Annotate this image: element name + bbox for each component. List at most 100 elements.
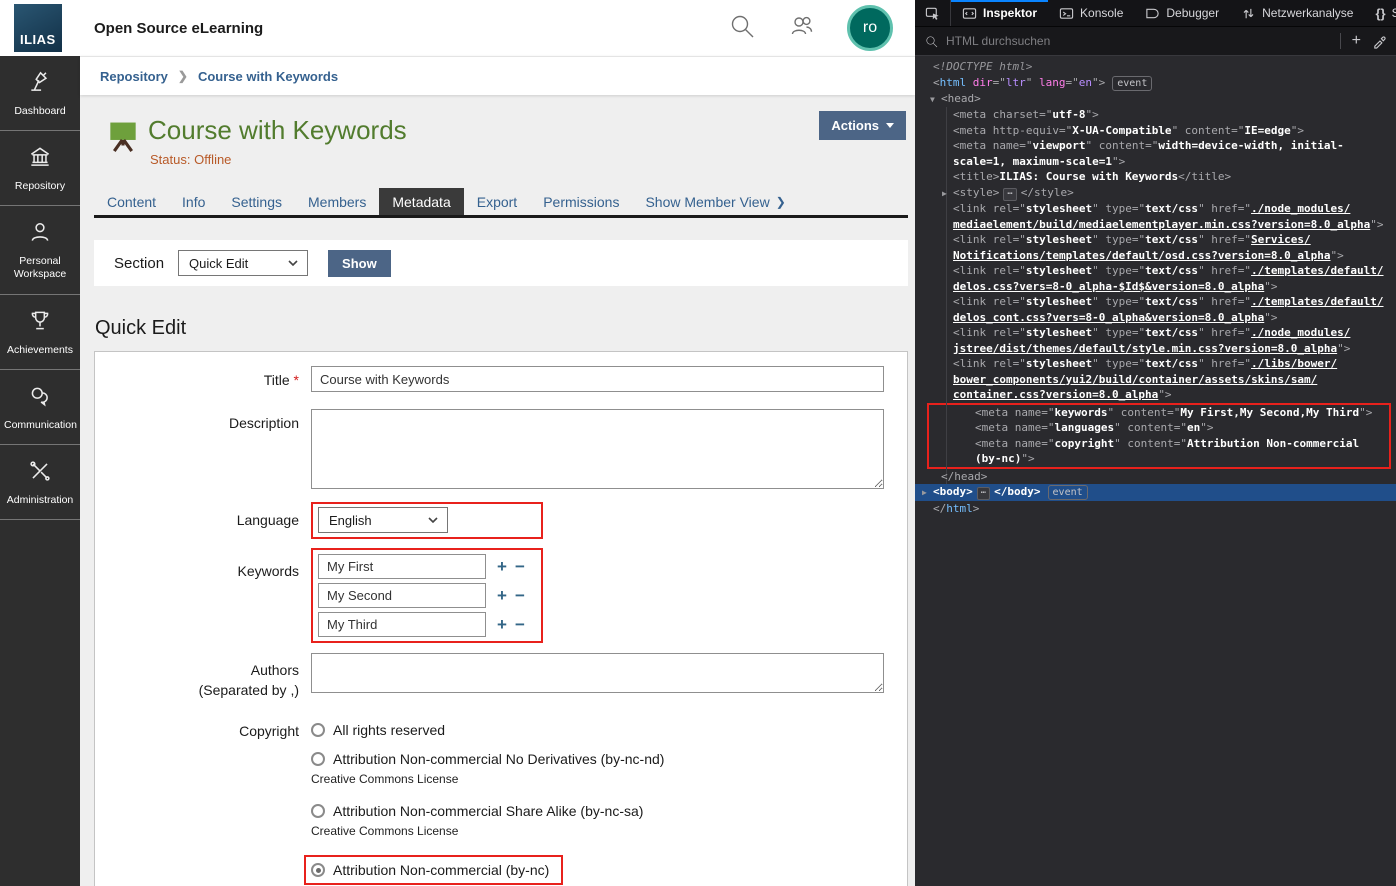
authors-textarea[interactable] [311,653,884,693]
code-segment: <style> [953,186,999,199]
whos-online-icon[interactable] [787,11,817,46]
title-input[interactable] [311,366,884,392]
breadcrumb-item[interactable]: Repository [100,69,168,84]
element-picker-button[interactable] [915,0,951,26]
keyword-input[interactable] [318,583,486,608]
radio-label: Attribution Non-commercial (by-nc) [333,862,549,878]
devtools-tab-debugger[interactable]: Debugger [1134,0,1230,26]
code-segment: " content=" [1172,124,1245,137]
code-segment: " type=" [1092,202,1145,215]
sidebar-item-achievements[interactable]: Achievements [0,295,80,370]
keyword-input[interactable] [318,612,486,637]
tab-content[interactable]: Content [94,188,169,215]
chevron-down-icon [288,260,298,266]
tab-members[interactable]: Members [295,188,379,215]
copyright-option: All rights reserved [311,722,907,738]
event-badge[interactable]: event [1048,485,1088,500]
markup-node[interactable]: <meta charset="utf-8"> [915,107,1396,123]
code-segment: viewport [1032,139,1085,152]
html-search-input[interactable] [946,34,1333,48]
radio-button[interactable] [311,804,325,818]
radio-button[interactable] [311,752,325,766]
markup-node[interactable]: <link rel="stylesheet" type="text/css" h… [915,356,1396,403]
tab-info[interactable]: Info [169,188,218,215]
tab-permissions[interactable]: Permissions [530,188,632,215]
code-segment: text/css [1145,264,1198,277]
sidebar-item-administration[interactable]: Administration [0,445,80,520]
language-dropdown[interactable]: English [318,507,448,533]
add-node-button[interactable]: + [1348,32,1365,50]
code-segment: dir [973,76,993,89]
event-badge[interactable]: event [1112,76,1152,91]
sidebar-item-repository[interactable]: Repository [0,131,80,206]
devtools-tab-netzwerkanalyse[interactable]: Netzwerkanalyse [1230,0,1364,26]
tab-settings[interactable]: Settings [218,188,295,215]
markup-node[interactable]: <meta name="copyright" content="Attribut… [929,436,1389,467]
copyright-annotation-box: Attribution Non-commercial (by-nc) [304,855,563,885]
expand-arrow-icon[interactable]: ▼ [930,92,941,108]
collapsed-content-icon[interactable]: ⋯ [1003,188,1016,201]
markup-node[interactable]: <link rel="stylesheet" type="text/css" h… [915,325,1396,356]
section-dropdown[interactable]: Quick Edit [178,250,308,276]
collapsed-content-icon[interactable]: ⋯ [977,487,990,500]
code-segment: html [946,502,973,515]
markup-node[interactable]: <meta name="languages" content="en"> [929,420,1389,436]
markup-node[interactable]: </html> [915,501,1396,517]
code-segment: " href=" [1198,264,1251,277]
radio-button[interactable] [311,723,325,737]
markup-node[interactable]: <html dir="ltr" lang="en">event [915,75,1396,91]
code-segment: <link rel=" [953,202,1026,215]
code-segment: =" [993,76,1006,89]
user-avatar[interactable]: ro [847,5,893,51]
markup-node[interactable]: ▼<head> [915,91,1396,108]
markup-node[interactable]: ▶<style>⋯</style> [915,185,1396,202]
code-segment: " [1026,76,1039,89]
code-segment: > [973,502,980,515]
search-icon[interactable] [727,11,757,46]
code-segment: "> [1021,452,1034,465]
add-keyword-button[interactable]: + [493,558,511,575]
markup-node[interactable]: <link rel="stylesheet" type="text/css" h… [915,232,1396,263]
show-button[interactable]: Show [328,250,391,277]
ilias-logo[interactable]: ILIAS [14,4,62,52]
tab-export[interactable]: Export [464,188,530,215]
markup-node[interactable]: </head> [915,469,1396,485]
markup-node[interactable]: <meta http-equiv="X-UA-Compatible" conte… [915,123,1396,139]
remove-keyword-button[interactable]: − [511,558,529,575]
markup-node[interactable]: ▶<body>⋯</body>event [915,484,1396,501]
devtools-tab-konsole[interactable]: Konsole [1048,0,1134,26]
keyword-row: +− [318,583,541,608]
markup-node[interactable]: <!DOCTYPE html> [915,59,1396,75]
code-segment: <meta name=" [975,406,1054,419]
markup-node[interactable]: <link rel="stylesheet" type="text/css" h… [915,201,1396,232]
keyword-input[interactable] [318,554,486,579]
sidebar-item-personal-workspace[interactable]: Personal Workspace [0,206,80,294]
markup-node[interactable]: <meta name="viewport" content="width=dev… [915,138,1396,169]
remove-keyword-button[interactable]: − [511,616,529,633]
markup-node[interactable]: <link rel="stylesheet" type="text/css" h… [915,294,1396,325]
sidebar-item-dashboard[interactable]: Dashboard [0,56,80,131]
breadcrumb-item[interactable]: Course with Keywords [198,69,338,84]
actions-button[interactable]: Actions [819,111,906,140]
code-segment: languages [1054,421,1114,434]
tab-show-member-view[interactable]: Show Member View❯ [632,188,798,215]
devtools-tab-inspektor[interactable]: Inspektor [951,0,1048,26]
tab-metadata[interactable]: Metadata [379,188,463,215]
markup-node[interactable]: <meta name="keywords" content="My First,… [929,405,1389,421]
radio-button[interactable] [311,863,325,877]
sidebar-item-label: Dashboard [4,105,76,118]
expand-arrow-icon[interactable]: ▶ [942,186,953,202]
sidebar-item-communication[interactable]: Communication [0,370,80,445]
description-textarea[interactable] [311,409,884,489]
code-segment: <link rel=" [953,264,1026,277]
code-segment: My First,My Second,My Third [1180,406,1359,419]
code-segment: "> [1085,108,1098,121]
remove-keyword-button[interactable]: − [511,587,529,604]
add-keyword-button[interactable]: + [493,587,511,604]
markup-node[interactable]: <link rel="stylesheet" type="text/css" h… [915,263,1396,294]
devtools-tab-stilbearbeitung[interactable]: {}Stilbearbeitung [1364,0,1396,26]
expand-arrow-icon[interactable]: ▶ [922,485,933,501]
add-keyword-button[interactable]: + [493,616,511,633]
eyedropper-icon[interactable] [1372,34,1387,49]
markup-node[interactable]: <title>ILIAS: Course with Keywords</titl… [915,169,1396,185]
